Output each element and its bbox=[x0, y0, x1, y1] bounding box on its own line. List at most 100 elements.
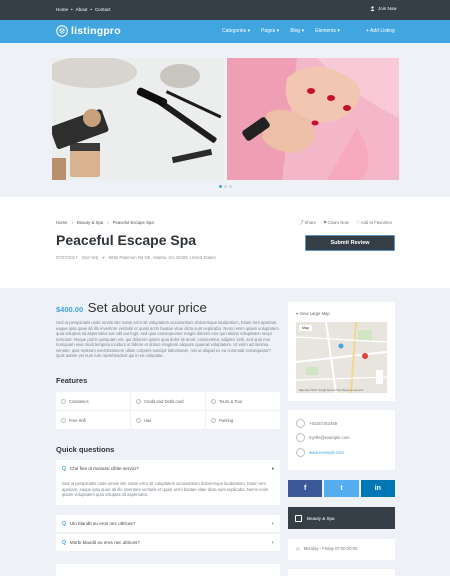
linkedin-icon: in bbox=[374, 485, 381, 492]
nav-blog[interactable]: Blog ▾ bbox=[290, 28, 304, 34]
feature-item: Parking bbox=[206, 411, 280, 429]
view-large-map-link[interactable]: ⌖ View Large Map bbox=[296, 311, 330, 316]
faq-answer-1: Sed ut perspiciatis unde omnis iste natu… bbox=[62, 481, 269, 497]
makeup-illustration bbox=[52, 58, 224, 180]
facebook-button[interactable]: f bbox=[288, 480, 323, 497]
map-attribution: Map data ©2017 Google Terms of Use Repor… bbox=[299, 389, 364, 392]
logo-icon bbox=[56, 25, 68, 37]
top-bar: Home • About • Contact Join Now bbox=[0, 0, 450, 20]
breadcrumb-current: Peaceful Escape Spa bbox=[112, 220, 154, 225]
share-icon: ⤴ bbox=[299, 220, 304, 225]
user-icon bbox=[370, 6, 375, 11]
listing-meta: 07/07/2017 (Not Yet) ⌖ 5056 Paterson Rd … bbox=[56, 255, 216, 260]
feature-item: Tours & Tour bbox=[206, 392, 280, 410]
submit-review-button[interactable]: Submit Review bbox=[305, 235, 395, 251]
nav-elements[interactable]: Elements ▾ bbox=[315, 28, 340, 34]
questions-title: Quick questions bbox=[56, 445, 115, 454]
gallery-image-nails[interactable] bbox=[227, 58, 399, 180]
top-link-home[interactable]: Home bbox=[56, 7, 68, 12]
breadcrumb-category[interactable]: Beauty & Spa bbox=[77, 220, 103, 225]
feature-item: Cosmetics bbox=[56, 392, 130, 410]
faq-item: Q Ulo blandit eu eros nec ultrices? + bbox=[56, 515, 280, 532]
breadcrumb-home[interactable]: Home bbox=[56, 220, 67, 225]
chevron-down-icon: ▾ bbox=[271, 465, 274, 471]
check-circle-icon bbox=[136, 417, 141, 423]
flag-icon: ⚑ bbox=[322, 220, 327, 225]
claim-button[interactable]: ⚑ Claim Now bbox=[323, 220, 349, 226]
globe-icon bbox=[296, 448, 305, 457]
faq-item-open: Q Che fine di rivorarsi cifrite servici? … bbox=[56, 460, 280, 505]
twitter-button[interactable]: t bbox=[324, 480, 359, 497]
listing-actions: ⤴ Share ⚑ Claim Now ♡ Add to Favorites bbox=[299, 220, 392, 226]
map-illustration bbox=[296, 322, 387, 393]
nav-categories[interactable]: Categories ▾ bbox=[222, 28, 250, 34]
contact-widget: +92367252459 myrtle@example.com www.exam… bbox=[288, 410, 395, 470]
gallery-dot-2[interactable] bbox=[224, 185, 227, 188]
faq-question-1[interactable]: Q Che fine di rivorarsi cifrite servici? … bbox=[56, 460, 280, 477]
map-widget: ⌖ View Large Map Map Map data ©2017 Goog… bbox=[288, 302, 395, 401]
status-badge: (Not Yet) bbox=[81, 255, 99, 260]
main-header: listingpro Categories ▾ Pages ▾ Blog ▾ E… bbox=[0, 20, 450, 43]
add-listing-label: Add Listing bbox=[370, 28, 395, 34]
price-value: $400.00 bbox=[56, 305, 84, 314]
email-row[interactable]: myrtle@example.com bbox=[296, 433, 350, 442]
clock-icon: ◷ bbox=[296, 546, 300, 551]
logo-text: listingpro bbox=[71, 25, 121, 37]
add-listing-button[interactable]: + Add Listing bbox=[366, 28, 395, 34]
check-circle-icon bbox=[61, 417, 66, 423]
check-circle-icon bbox=[136, 398, 141, 404]
feature-item: Hair bbox=[131, 411, 205, 429]
listing-description: Sed ut perspiciatis unde omnis iste natu… bbox=[56, 320, 279, 358]
top-link-contact[interactable]: Contact bbox=[95, 7, 111, 12]
phone-icon bbox=[296, 419, 305, 428]
phone-row[interactable]: +92367252459 bbox=[296, 419, 337, 428]
facebook-icon: f bbox=[303, 485, 307, 492]
join-now-link[interactable]: Join Now bbox=[370, 6, 397, 11]
gallery-dot-1[interactable] bbox=[219, 185, 222, 188]
listing-gallery[interactable] bbox=[52, 58, 399, 180]
faq-question-2[interactable]: Q Ulo blandit eu eros nec ultrices? + bbox=[56, 515, 280, 532]
share-button[interactable]: ⤴ Share bbox=[299, 220, 316, 226]
linkedin-button[interactable]: in bbox=[360, 480, 395, 497]
gallery-image-makeup[interactable] bbox=[52, 58, 224, 180]
heart-icon: ♡ bbox=[355, 220, 360, 225]
nav-pages[interactable]: Pages ▾ bbox=[261, 28, 279, 34]
check-circle-icon bbox=[61, 398, 66, 404]
map-pin-icon: ⌖ bbox=[296, 311, 299, 316]
page-title: Peaceful Escape Spa bbox=[56, 232, 197, 248]
logo[interactable]: listingpro bbox=[56, 25, 121, 37]
main-nav: Categories ▾ Pages ▾ Blog ▾ Elements ▾ bbox=[222, 28, 340, 34]
feature-item: Credit and Debit card bbox=[131, 392, 205, 410]
top-links: Home • About • Contact bbox=[56, 7, 111, 12]
plus-icon: + bbox=[271, 521, 274, 526]
check-circle-icon bbox=[211, 398, 216, 404]
website-row[interactable]: www.example.com bbox=[296, 448, 344, 457]
category-icon bbox=[295, 514, 302, 522]
manicure-illustration bbox=[227, 58, 399, 180]
favorite-button[interactable]: ♡ Add to Favorites bbox=[356, 220, 392, 226]
check-circle-icon bbox=[211, 417, 216, 423]
map-canvas[interactable]: Map Map data ©2017 Google Terms of Use R… bbox=[296, 322, 387, 393]
question-icon: Q bbox=[62, 539, 66, 546]
price-row: $400.00 Set about your price bbox=[56, 299, 280, 317]
social-buttons: f t in bbox=[288, 480, 395, 497]
price-note: Set about your price bbox=[87, 300, 207, 315]
hours-row[interactable]: ◷ Monday - Friday 07:00-20:00 bbox=[296, 546, 357, 551]
listing-date: 07/07/2017 bbox=[56, 255, 78, 260]
breadcrumb: Home › Beauty & Spa › Peaceful Escape Spa bbox=[56, 220, 154, 225]
features-grid: Cosmetics Credit and Debit card Tours & … bbox=[56, 392, 280, 429]
features-title: Features bbox=[56, 376, 88, 385]
feature-item: Free Wifi bbox=[56, 411, 130, 429]
join-now-label: Join Now bbox=[378, 6, 397, 11]
map-type-tab[interactable]: Map bbox=[299, 325, 312, 331]
twitter-icon: t bbox=[340, 485, 343, 492]
faq-question-3[interactable]: Q Morbi blandit eu eros nec ultrices? + bbox=[56, 534, 280, 551]
category-badge[interactable]: Beauty & Spa bbox=[288, 507, 395, 529]
faq-item: Q Morbi blandit eu eros nec ultrices? + bbox=[56, 534, 280, 551]
hours-widget: ◷ Monday - Friday 07:00-20:00 bbox=[288, 539, 395, 560]
gallery-dot-3[interactable] bbox=[229, 185, 232, 188]
top-link-about[interactable]: About bbox=[76, 7, 88, 12]
listing-address[interactable]: 5056 Paterson Rd NE, Atlanta, GA 30308, … bbox=[109, 255, 216, 260]
question-icon: Q bbox=[62, 465, 66, 472]
gallery-pagination bbox=[219, 185, 232, 188]
